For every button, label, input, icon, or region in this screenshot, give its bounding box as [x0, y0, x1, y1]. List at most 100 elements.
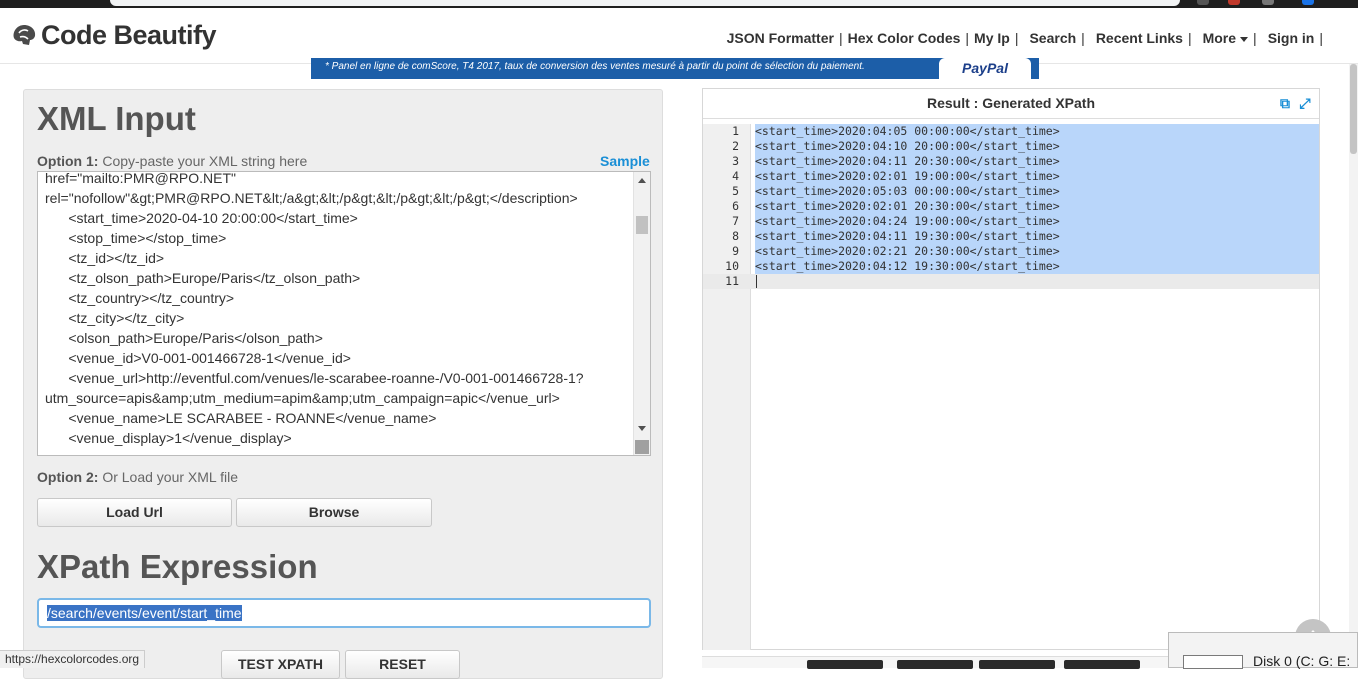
- page-scrollbar[interactable]: [1349, 64, 1358, 668]
- copy-icon[interactable]: ⧉: [1278, 96, 1292, 110]
- profile-icon[interactable]: [1302, 0, 1314, 5]
- line-number: 9: [732, 244, 739, 258]
- xml-line: <venue_id>V0-001-001466728-1</venue_id>: [45, 350, 351, 366]
- code-line: 3 <start_time>2020:04:11 20:30:00</start_…: [703, 154, 1319, 169]
- logo-text: Code Beautify: [41, 20, 217, 50]
- code-text: <start_time>2020:04:12 19:30:00</start_t…: [755, 259, 1319, 274]
- nav-separator: |: [1081, 30, 1085, 46]
- option2-prefix: Option 2:: [37, 469, 99, 485]
- reset-button[interactable]: RESET: [345, 650, 460, 679]
- xpath-input[interactable]: /search/events/event/start_time: [37, 598, 651, 628]
- line-number: 7: [732, 214, 739, 228]
- code-line: 6 <start_time>2020:02:01 20:30:00</start_…: [703, 199, 1319, 214]
- line-number: 3: [732, 154, 739, 168]
- scroll-down-icon[interactable]: [638, 426, 646, 431]
- disk-label: Disk 0 (C: G: E:: [1253, 653, 1351, 669]
- option2-text: Or Load your XML file: [102, 469, 238, 485]
- line-number: 11: [725, 274, 739, 288]
- xml-line: <tz_city></tz_city>: [45, 310, 185, 326]
- result-title: Result : Generated XPath: [926, 95, 1096, 111]
- ad-text: * Panel en ligne de comScore, T4 2017, t…: [325, 61, 865, 72]
- line-number: 6: [732, 199, 739, 213]
- nav-search[interactable]: Search: [1029, 30, 1076, 46]
- page-scrollbar-thumb[interactable]: [1350, 64, 1357, 154]
- disk-popup: Disk 0 (C: G: E:: [1168, 632, 1358, 669]
- nav-hex-color-codes[interactable]: Hex Color Codes: [848, 30, 961, 46]
- code-line: 10 <start_time>2020:04:12 19:30:00</start…: [703, 259, 1319, 274]
- xml-input-heading: XML Input: [37, 100, 196, 137]
- code-line: 8 <start_time>2020:04:11 19:30:00</start_…: [703, 229, 1319, 244]
- textarea-scrollbar[interactable]: [633, 172, 650, 455]
- code-text: <start_time>2020:02:01 19:00:00</start_t…: [755, 169, 1319, 184]
- option1-label: Option 1: Copy-paste your XML string her…: [37, 153, 307, 169]
- line-number: 8: [732, 229, 739, 243]
- browse-button[interactable]: Browse: [236, 498, 432, 527]
- nav-my-ip[interactable]: My Ip: [974, 30, 1010, 46]
- site-logo[interactable]: Code Beautify: [10, 20, 217, 51]
- result-header: Result : Generated XPath ⧉ ⤢: [703, 89, 1319, 119]
- scroll-up-icon[interactable]: [638, 178, 646, 183]
- code-text: <start_time>2020:04:11 19:30:00</start_t…: [755, 229, 1319, 244]
- nav-more-dropdown[interactable]: More: [1202, 30, 1249, 46]
- line-number: 4: [732, 169, 739, 183]
- product-thumbnails: [702, 656, 1172, 669]
- xml-content: href="mailto:PMR@RPO.NET" rel="nofollow"&…: [45, 171, 635, 448]
- xml-line: utm_source=apis&amp;utm_medium=apim&amp;…: [45, 390, 560, 406]
- code-text: <start_time>2020:04:10 20:00:00</start_t…: [755, 139, 1319, 154]
- xml-line: <tz_id></tz_id>: [45, 250, 165, 266]
- xpath-input-value: /search/events/event/start_time: [47, 605, 242, 621]
- nav-more-label: More: [1202, 30, 1237, 46]
- sample-link[interactable]: Sample: [600, 153, 650, 169]
- extension-icon[interactable]: [1197, 0, 1209, 5]
- code-text: <start_time>2020:02:01 20:30:00</start_t…: [755, 199, 1319, 214]
- result-panel: Result : Generated XPath ⧉ ⤢ 1 <start_tim…: [702, 88, 1320, 650]
- line-number: 10: [725, 259, 739, 273]
- xml-line: rel="nofollow"&gt;PMR@RPO.NET&lt;/a&gt;&…: [45, 190, 578, 206]
- status-bar-url: https://hexcolorcodes.org: [0, 650, 146, 668]
- address-bar[interactable]: [110, 0, 1180, 6]
- extension-icon[interactable]: [1228, 0, 1240, 5]
- nav-json-formatter[interactable]: JSON Formatter: [727, 30, 834, 46]
- xpath-expression-heading: XPath Expression: [37, 548, 318, 585]
- xml-line: <stop_time></stop_time>: [45, 230, 227, 246]
- site-header: Code Beautify JSON Formatter | Hex Color …: [0, 8, 1358, 64]
- line-number: 5: [732, 184, 739, 198]
- code-line: 9 <start_time>2020:02:21 20:30:00</start_…: [703, 244, 1319, 259]
- disk-graph: [1183, 655, 1243, 669]
- nav-recent-links[interactable]: Recent Links: [1096, 30, 1183, 46]
- code-line: 7 <start_time>2020:04:24 19:00:00</start_…: [703, 214, 1319, 229]
- option1-prefix: Option 1:: [37, 153, 99, 169]
- brain-logo-icon: [13, 24, 36, 45]
- xml-line: <olson_path>Europe/Paris</olson_path>: [45, 330, 323, 346]
- line-number: 2: [732, 139, 739, 153]
- option2-label: Option 2: Or Load your XML file: [37, 469, 238, 485]
- xml-textarea[interactable]: href="mailto:PMR@RPO.NET" rel="nofollow"&…: [37, 171, 651, 456]
- ad-banner[interactable]: * Panel en ligne de comScore, T4 2017, t…: [311, 58, 1039, 79]
- xml-line: <venue_name>LE SCARABEE - ROANNE</venue_…: [45, 410, 437, 426]
- code-text: <start_time>2020:04:05 00:00:00</start_t…: [755, 124, 1319, 139]
- code-line: 1 <start_time>2020:04:05 00:00:00</start_…: [703, 124, 1319, 139]
- test-xpath-button[interactable]: TEST XPATH: [221, 650, 340, 679]
- resize-handle-icon[interactable]: [635, 440, 649, 454]
- nav-separator: |: [965, 30, 970, 46]
- load-url-button[interactable]: Load Url: [37, 498, 232, 527]
- nav-sign-in[interactable]: Sign in: [1268, 30, 1315, 46]
- code-line: 11: [703, 274, 1319, 289]
- code-line: 4 <start_time>2020:02:01 19:00:00</start_…: [703, 169, 1319, 184]
- nav-separator: |: [1014, 30, 1019, 46]
- textarea-scrollbar-thumb[interactable]: [636, 216, 648, 234]
- xml-line: <start_time>2020-04-10 20:00:00</start_t…: [45, 210, 358, 226]
- nav-separator: |: [1319, 30, 1323, 46]
- result-editor[interactable]: 1 <start_time>2020:04:05 00:00:00</start_…: [703, 124, 1319, 650]
- paypal-logo: PayPal: [939, 58, 1031, 79]
- xml-line: href="mailto:PMR@RPO.NET": [45, 171, 237, 186]
- code-line: 5 <start_time>2020:05:03 00:00:00</start_…: [703, 184, 1319, 199]
- line-number: 1: [732, 124, 739, 138]
- code-text: <start_time>2020:05:03 00:00:00</start_t…: [755, 184, 1319, 199]
- fullscreen-icon[interactable]: ⤢: [1298, 96, 1312, 110]
- extension-icon[interactable]: [1262, 0, 1274, 5]
- nav-separator: |: [1253, 30, 1257, 46]
- code-text: <start_time>2020:04:11 20:30:00</start_t…: [755, 154, 1319, 169]
- code-text: <start_time>2020:04:24 19:00:00</start_t…: [755, 214, 1319, 229]
- xml-line: <venue_url>http://eventful.com/venues/le…: [45, 370, 584, 386]
